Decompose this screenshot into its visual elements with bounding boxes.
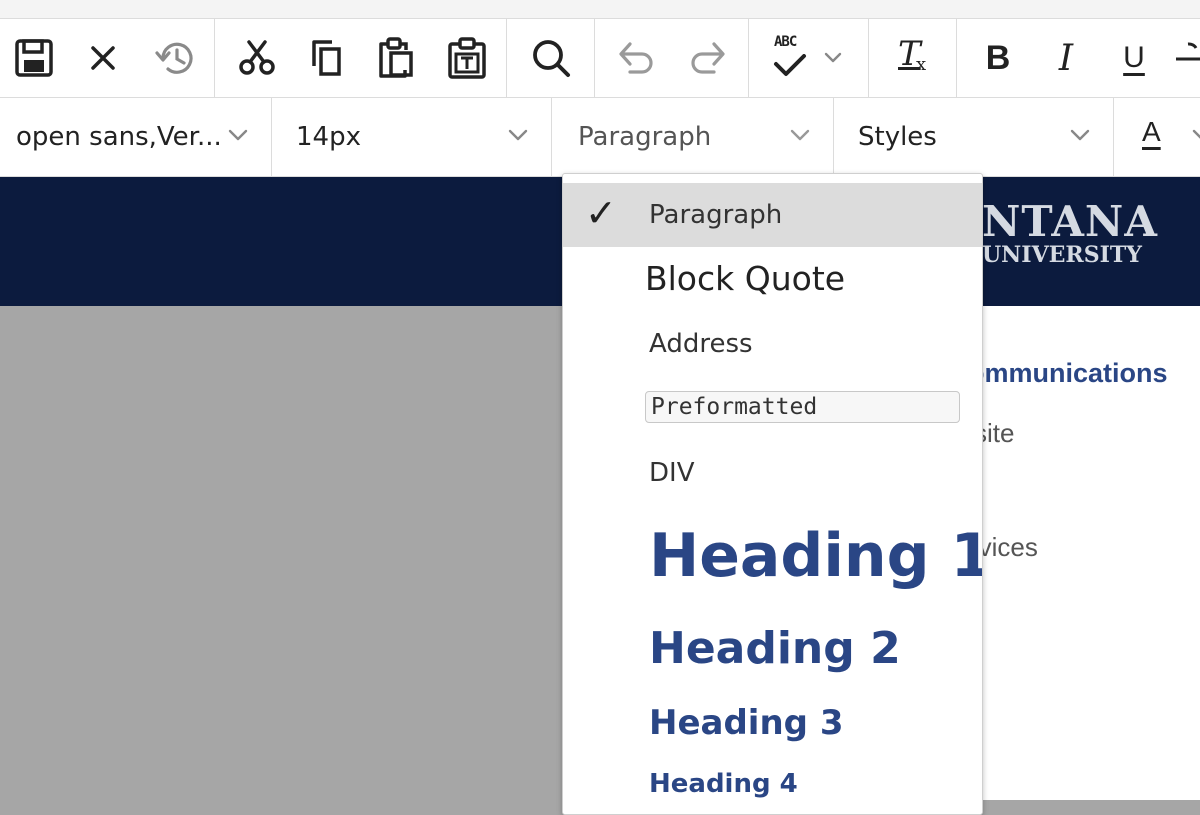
bold-button[interactable]: B	[964, 19, 1032, 97]
font-family-select[interactable]: open sans,Ver...	[0, 98, 270, 176]
redo-button[interactable]	[672, 19, 744, 97]
font-size-select[interactable]: 14px	[272, 98, 550, 176]
toolbar-separator	[868, 19, 869, 97]
underline-icon: U	[1123, 41, 1145, 74]
strikethrough-button[interactable]	[1176, 19, 1200, 97]
underline-button[interactable]: U	[1100, 19, 1168, 97]
italic-icon: I	[1058, 37, 1074, 79]
menu-item-label: Paragraph	[649, 200, 783, 230]
check-mark-icon	[774, 54, 806, 76]
content-heading: ommunications	[968, 358, 1168, 388]
block-format-select[interactable]: Paragraph	[552, 98, 832, 176]
chevron-down-icon	[228, 129, 248, 141]
menu-item-paragraph[interactable]: ✓ Paragraph	[563, 183, 982, 247]
find-button[interactable]	[512, 19, 590, 97]
clear-formatting-icon: T x	[892, 34, 932, 80]
paste-button[interactable]	[360, 19, 430, 97]
styles-select[interactable]: Styles	[834, 98, 1112, 176]
font-size-value: 14px	[296, 122, 361, 152]
bold-icon: B	[985, 38, 1011, 77]
close-icon	[91, 46, 115, 70]
block-format-value: Paragraph	[578, 122, 712, 152]
spellcheck-icon-text: ABC	[774, 34, 797, 50]
italic-button[interactable]: I	[1032, 19, 1100, 97]
university-logo-line2: UNIVERSITY	[982, 242, 1142, 268]
chevron-down-icon	[508, 129, 528, 141]
copy-button[interactable]	[292, 19, 360, 97]
text-color-icon: A	[1142, 116, 1161, 147]
cut-button[interactable]	[222, 19, 292, 97]
menu-item-heading-3[interactable]: Heading 3	[563, 691, 982, 759]
paste-text-icon	[448, 37, 486, 79]
menu-item-heading-4[interactable]: Heading 4	[563, 759, 982, 814]
menu-item-label: Address	[649, 329, 753, 359]
spellcheck-button[interactable]: ABC	[756, 19, 858, 97]
menu-item-address[interactable]: Address	[563, 315, 982, 377]
toolbar-separator	[594, 19, 595, 97]
menu-item-div[interactable]: DIV	[563, 441, 982, 511]
editor-toolbar-row-1: ABC T x B I U	[0, 19, 1200, 98]
font-family-value: open sans,Ver...	[16, 122, 222, 152]
undo-icon	[619, 42, 653, 74]
search-icon	[533, 40, 570, 77]
redo-icon	[691, 42, 725, 74]
menu-item-heading-1[interactable]: Heading 1	[563, 511, 982, 611]
paste-icon	[379, 37, 413, 78]
block-format-dropdown-menu: ✓ Paragraph Block Quote Address Preforma…	[562, 173, 983, 815]
menu-item-heading-2[interactable]: Heading 2	[563, 611, 982, 691]
menu-item-label: Heading 4	[649, 769, 798, 799]
strikethrough-icon	[1176, 42, 1200, 61]
paste-as-text-button[interactable]	[430, 19, 504, 97]
clear-formatting-button[interactable]: T x	[874, 19, 950, 97]
scissors-icon	[239, 40, 275, 75]
check-icon: ✓	[585, 191, 617, 235]
chevron-down-icon[interactable]	[824, 52, 842, 64]
spellcheck-icon: ABC	[772, 34, 812, 80]
editor-toolbar-row-2: open sans,Ver... 14px Paragraph Styles A	[0, 98, 1200, 273]
chevron-down-icon	[1070, 129, 1090, 141]
university-logo-line1: NTANA	[982, 197, 1158, 246]
menu-item-label: Heading 1	[649, 521, 983, 591]
menu-item-label: Heading 3	[649, 703, 844, 743]
text-color-button[interactable]: A	[1114, 98, 1200, 176]
window-top-strip	[0, 0, 1200, 19]
toolbar-separator	[956, 19, 957, 97]
toolbar-separator	[506, 19, 507, 97]
chevron-down-icon	[790, 129, 810, 141]
menu-item-preformatted[interactable]: Preformatted	[563, 377, 982, 441]
menu-item-label: Block Quote	[645, 259, 846, 298]
revisions-button[interactable]	[138, 19, 214, 97]
menu-item-label: DIV	[649, 458, 695, 488]
cancel-button[interactable]	[68, 19, 138, 97]
undo-button[interactable]	[600, 19, 672, 97]
copy-icon	[312, 40, 341, 76]
save-icon	[15, 39, 53, 77]
save-button[interactable]	[0, 19, 68, 97]
history-icon	[155, 42, 193, 74]
menu-item-label: Heading 2	[649, 623, 901, 674]
menu-item-block-quote[interactable]: Block Quote	[563, 247, 982, 315]
toolbar-separator	[748, 19, 749, 97]
chevron-down-icon[interactable]	[1192, 129, 1200, 143]
toolbar-separator	[214, 19, 215, 97]
styles-value: Styles	[858, 122, 937, 152]
menu-item-label: Preformatted	[645, 391, 960, 423]
clear-formatting-sub: x	[916, 54, 927, 75]
